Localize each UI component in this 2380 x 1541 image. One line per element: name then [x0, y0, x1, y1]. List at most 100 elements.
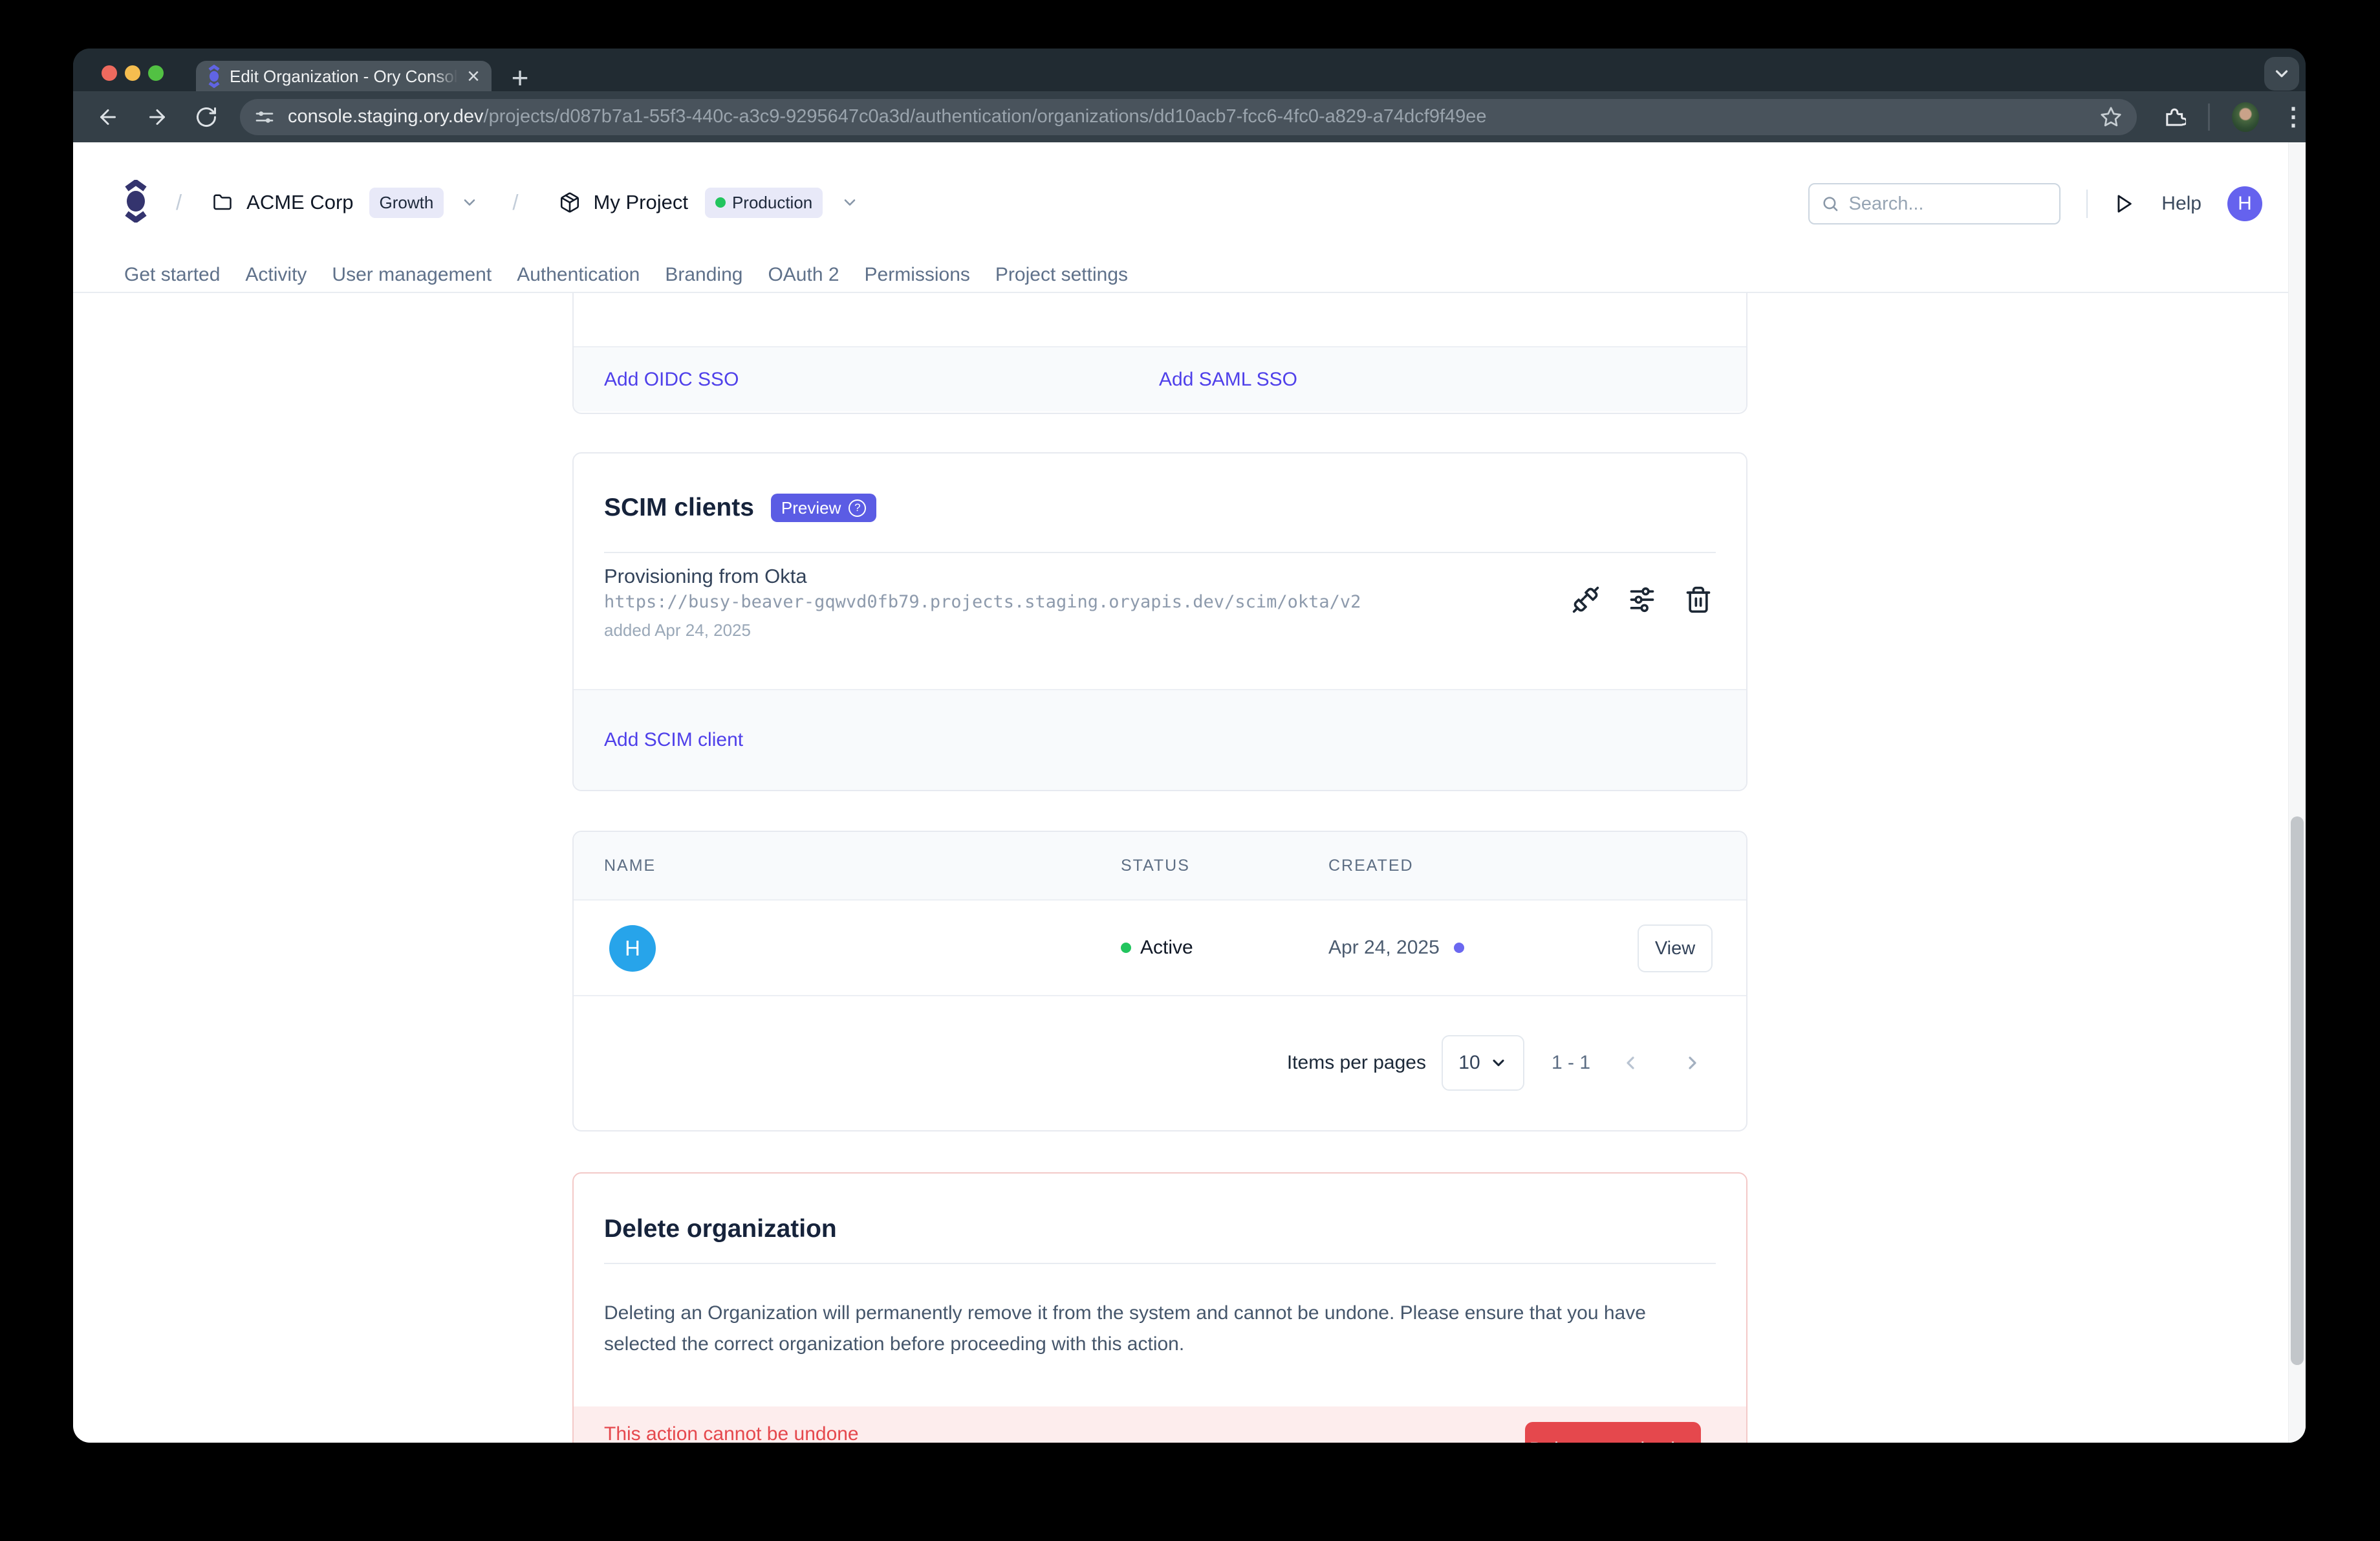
unplug-icon[interactable]: [1572, 585, 1600, 614]
tab-search-button[interactable]: [2264, 57, 2299, 91]
bookmark-star-icon[interactable]: [2099, 105, 2123, 129]
project-chevron-down-icon[interactable]: [841, 193, 859, 212]
preview-badge[interactable]: Preview ?: [771, 494, 876, 522]
prev-page-icon[interactable]: [1620, 1053, 1641, 1073]
browser-tab[interactable]: Edit Organization - Ory Console ×: [196, 61, 492, 91]
scrollbar-thumb[interactable]: [2291, 816, 2304, 1365]
table-pagination: Items per pages 10 1 - 1: [574, 996, 1746, 1129]
chevron-down-icon: [2272, 64, 2291, 83]
add-scim-client-link[interactable]: Add SCIM client: [604, 729, 743, 751]
workspace-plan-badge: Growth: [369, 188, 444, 218]
active-status-dot: [1121, 943, 1131, 953]
header-actions: Help H: [1808, 183, 2262, 224]
search-icon: [1821, 193, 1839, 214]
column-status: STATUS: [1121, 857, 1190, 875]
nav-item-activity[interactable]: Activity: [245, 264, 307, 286]
user-avatar[interactable]: H: [2227, 186, 2262, 221]
window-controls: [102, 65, 164, 81]
breadcrumb: / ACME Corp Growth / My Project Producti…: [176, 188, 859, 217]
delete-organization-title: Delete organization: [604, 1215, 837, 1243]
project-nav: Get started Activity User management Aut…: [124, 264, 1128, 286]
table-row: H Active Apr 24, 2025 View: [574, 901, 1746, 996]
breadcrumb-separator: /: [176, 190, 182, 215]
nav-item-branding[interactable]: Branding: [665, 264, 742, 286]
column-name: NAME: [604, 857, 656, 875]
organization-table-card: NAME STATUS CREATED H Active Apr 24, 202…: [572, 831, 1747, 1131]
workspace-name[interactable]: ACME Corp: [246, 191, 353, 214]
address-bar[interactable]: console.staging.ory.dev/projects/d087b7a…: [240, 99, 2137, 135]
forward-icon[interactable]: [146, 105, 169, 129]
extensions-icon[interactable]: [2163, 104, 2186, 130]
breadcrumb-separator: /: [512, 190, 518, 215]
tab-close-icon[interactable]: ×: [467, 67, 480, 86]
workspace-chevron-down-icon[interactable]: [460, 193, 479, 212]
scrollbar-track[interactable]: [2288, 142, 2306, 1443]
search-box[interactable]: [1808, 183, 2061, 224]
column-created: CREATED: [1328, 857, 1414, 875]
scim-card-footer: Add SCIM client: [574, 689, 1746, 790]
items-per-page-label: Items per pages: [1287, 1052, 1426, 1074]
toolbar-divider: [2208, 104, 2210, 131]
next-page-icon[interactable]: [1682, 1053, 1703, 1073]
nav-item-authentication[interactable]: Authentication: [517, 264, 640, 286]
scim-client-name: Provisioning from Okta: [604, 565, 807, 588]
sso-card: Add OIDC SSO Add SAML SSO: [572, 293, 1747, 414]
add-saml-sso-link[interactable]: Add SAML SSO: [1159, 369, 1297, 391]
status-badge: Active: [1140, 937, 1193, 959]
indigo-dot: [1454, 943, 1464, 953]
add-oidc-sso-link[interactable]: Add OIDC SSO: [604, 369, 739, 391]
undone-warning-text: This action cannot be undone: [604, 1423, 859, 1443]
project-package-icon: [559, 191, 581, 213]
help-link[interactable]: Help: [2161, 193, 2202, 215]
delete-card-footer: This action cannot be undone Delete orga…: [574, 1406, 1746, 1443]
view-button[interactable]: View: [1638, 924, 1713, 972]
created-date: Apr 24, 2025: [1328, 937, 1440, 959]
production-status-dot: [715, 197, 726, 208]
ory-favicon: [208, 65, 221, 88]
nav-item-permissions[interactable]: Permissions: [865, 264, 970, 286]
trash-icon[interactable]: [1684, 585, 1713, 614]
section-divider: [604, 552, 1716, 553]
search-input[interactable]: [1848, 193, 2048, 215]
section-divider: [604, 1263, 1716, 1264]
page-size-select[interactable]: 10: [1442, 1035, 1524, 1091]
scim-client-actions: [1572, 585, 1713, 614]
status-cell: Active: [1121, 901, 1193, 995]
created-cell: Apr 24, 2025: [1328, 901, 1464, 995]
project-env-badge: Production: [705, 188, 823, 218]
reload-icon[interactable]: [195, 105, 218, 129]
minimize-window-button[interactable]: [125, 65, 140, 81]
play-icon[interactable]: [2112, 193, 2134, 215]
scim-clients-title: SCIM clients: [604, 494, 754, 522]
pagination-range: 1 - 1: [1552, 1052, 1590, 1074]
ory-logo[interactable]: [124, 180, 147, 223]
nav-item-get-started[interactable]: Get started: [124, 264, 220, 286]
nav-item-project-settings[interactable]: Project settings: [995, 264, 1128, 286]
browser-profile-avatar[interactable]: [2232, 102, 2259, 132]
project-name[interactable]: My Project: [594, 191, 688, 214]
new-tab-button[interactable]: +: [505, 60, 535, 95]
chevron-down-icon: [1489, 1054, 1508, 1072]
back-icon[interactable]: [96, 105, 120, 129]
delete-organization-card: Delete organization Deleting an Organiza…: [572, 1172, 1747, 1443]
browser-window: Edit Organization - Ory Console × + cons…: [73, 49, 2306, 1443]
zoom-window-button[interactable]: [148, 65, 164, 81]
nav-item-oauth2[interactable]: OAuth 2: [768, 264, 839, 286]
sso-card-footer: Add OIDC SSO Add SAML SSO: [574, 346, 1746, 411]
tab-title: Edit Organization - Ory Console: [230, 66, 458, 87]
row-avatar: H: [609, 925, 656, 972]
site-info-icon[interactable]: [254, 107, 275, 127]
scim-client-url: https://busy-beaver-gqwvd0fb79.projects.…: [604, 592, 1361, 612]
scim-client-added-date: added Apr 24, 2025: [604, 620, 751, 640]
table-header: NAME STATUS CREATED: [574, 832, 1746, 901]
help-circle-icon: ?: [849, 499, 866, 517]
nav-item-user-management[interactable]: User management: [332, 264, 492, 286]
delete-organization-button[interactable]: Delete organization: [1525, 1422, 1701, 1443]
browser-toolbar: console.staging.ory.dev/projects/d087b7a…: [73, 91, 2306, 142]
close-window-button[interactable]: [102, 65, 117, 81]
scim-clients-card: SCIM clients Preview ? Provisioning from…: [572, 452, 1747, 791]
folder-icon: [211, 193, 233, 212]
sliders-icon[interactable]: [1628, 585, 1656, 614]
browser-menu-icon[interactable]: ⋮: [2281, 102, 2306, 131]
page-content: / ACME Corp Growth / My Project Producti…: [73, 142, 2306, 1443]
